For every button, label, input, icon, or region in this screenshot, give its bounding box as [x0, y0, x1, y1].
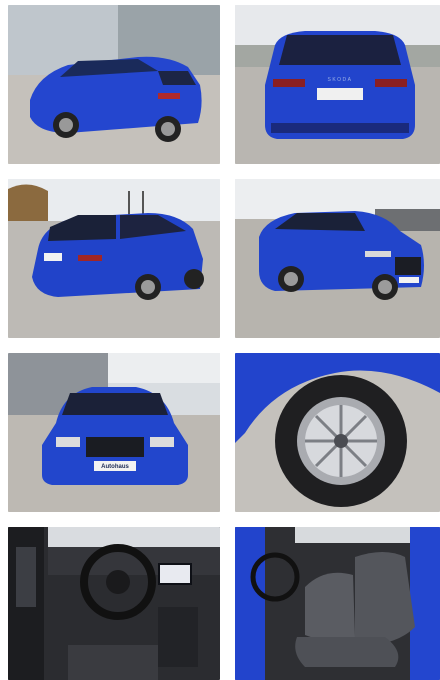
photo-rear-quarter-left-image: [8, 5, 220, 164]
photo-front-seats-interior[interactable]: [235, 527, 440, 680]
photo-front-quarter-left[interactable]: [235, 179, 440, 338]
photo-rear-quarter-lot-image: [8, 179, 220, 338]
photo-cockpit-interior[interactable]: [8, 527, 220, 680]
photo-rear-view[interactable]: SKODA: [235, 5, 440, 164]
photo-wheel-closeup-image: [235, 353, 440, 512]
photo-rear-quarter-lot[interactable]: [8, 179, 220, 338]
photo-rear-quarter-left[interactable]: [8, 5, 220, 164]
photo-front-view-dealer-image: Autohaus: [8, 353, 220, 512]
photo-front-view-dealer[interactable]: Autohaus: [8, 353, 220, 512]
photo-gallery-grid: SKODA Autohaus: [0, 0, 440, 680]
rear-badge-text: SKODA: [327, 77, 352, 83]
photo-wheel-closeup[interactable]: [235, 353, 440, 512]
front-plate-text: Autohaus: [101, 464, 129, 470]
photo-front-quarter-left-image: [235, 179, 440, 338]
photo-cockpit-interior-image: [8, 527, 220, 680]
photo-front-seats-interior-image: [235, 527, 440, 680]
photo-rear-view-image: SKODA: [235, 5, 440, 164]
